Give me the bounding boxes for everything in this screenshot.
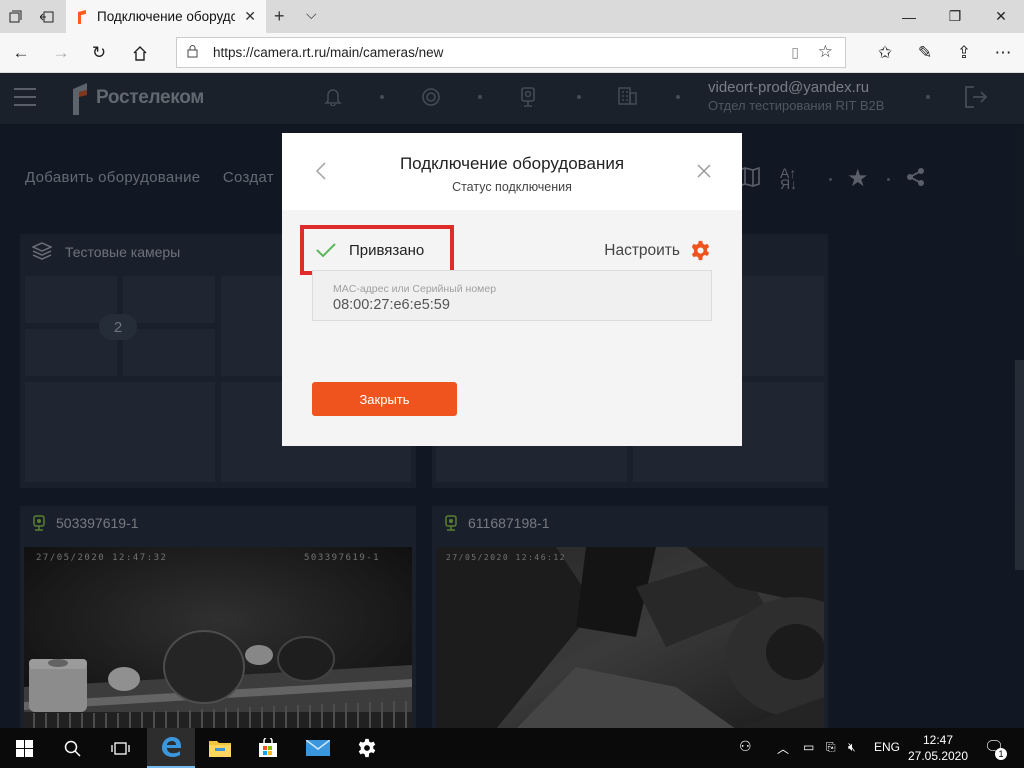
chevron-up-icon[interactable]: ︿ xyxy=(777,740,789,757)
forward-icon[interactable]: → xyxy=(48,40,74,66)
back-chevron-icon[interactable] xyxy=(315,161,327,187)
checkmark-icon xyxy=(316,243,336,258)
mail-icon[interactable] xyxy=(294,728,342,768)
browser-tab-bar: Подключение оборудс ✕ + ⌵ — ❐ ✕ xyxy=(0,0,1024,33)
new-tab-icon[interactable]: + xyxy=(274,6,285,27)
window-close-icon[interactable]: ✕ xyxy=(978,0,1024,33)
set-tabs-aside-icon[interactable] xyxy=(32,0,62,33)
language-indicator[interactable]: ENG xyxy=(874,740,900,754)
people-icon[interactable]: ⚇ xyxy=(739,738,752,755)
modal-body: Привязано Настроить MAC-адрес или Серийн… xyxy=(282,210,742,446)
modal-header: Подключение оборудования Статус подключе… xyxy=(282,133,742,210)
mac-address-field[interactable]: MAC-адрес или Серийный номер 08:00:27:e6… xyxy=(312,270,712,321)
tablet-icon[interactable]: ▭ xyxy=(803,740,814,754)
minimize-icon[interactable]: — xyxy=(886,0,932,33)
windows-start-icon[interactable] xyxy=(0,728,48,768)
gear-icon xyxy=(691,240,710,261)
mac-field-label: MAC-адрес или Серийный номер xyxy=(333,283,497,295)
clock-time: 12:47 xyxy=(922,733,954,747)
volume-muted-icon[interactable]: 🔇︎ xyxy=(848,740,856,755)
status-text: Привязано xyxy=(349,241,425,259)
modal-title: Подключение оборудования xyxy=(399,154,625,173)
notification-count-badge: 1 xyxy=(995,748,1007,760)
file-explorer-icon[interactable] xyxy=(196,728,244,768)
close-icon[interactable] xyxy=(696,159,712,185)
lock-icon xyxy=(187,44,203,61)
favorites-list-icon[interactable]: ✩ xyxy=(872,40,898,66)
settings-gear-icon[interactable] xyxy=(343,728,391,768)
clock-date: 27.05.2020 xyxy=(907,749,969,763)
modal-subtitle: Статус подключения xyxy=(452,180,572,194)
mac-field-value: 08:00:27:e6:e5:59 xyxy=(333,297,450,313)
tab-close-icon[interactable]: ✕ xyxy=(244,8,256,25)
restore-icon[interactable]: ❐ xyxy=(932,0,978,33)
pen-icon[interactable]: ✎ xyxy=(912,40,938,66)
close-button[interactable]: Закрыть xyxy=(312,382,457,416)
configure-button[interactable]: Настроить xyxy=(604,240,711,261)
tab-title: Подключение оборудс xyxy=(97,9,235,24)
refresh-icon[interactable]: ↻ xyxy=(86,40,112,66)
store-icon[interactable] xyxy=(244,728,292,768)
configure-label: Настроить xyxy=(604,241,680,259)
search-icon[interactable] xyxy=(48,728,96,768)
back-icon[interactable]: ← xyxy=(8,40,34,66)
windows-taskbar: ⚇ ︿ ▭ ⎘ 🔇︎ ENG 12:47 27.05.2020 🗨︎ 1 xyxy=(0,728,1024,768)
task-view-icon[interactable] xyxy=(96,728,144,768)
chevron-down-icon[interactable]: ⌵ xyxy=(306,6,317,23)
connect-equipment-modal: Подключение оборудования Статус подключе… xyxy=(282,133,742,446)
network-icon[interactable]: ⎘ xyxy=(826,740,836,755)
home-icon[interactable] xyxy=(127,40,153,66)
edge-taskbar-icon[interactable] xyxy=(147,728,195,768)
favorite-star-icon[interactable]: ☆ xyxy=(818,42,833,62)
url-text: https://camera.rt.ru/main/cameras/new xyxy=(213,45,444,60)
browser-nav-bar: ← → ↻ https://camera.rt.ru/main/cameras/… xyxy=(0,33,1024,73)
reading-view-icon[interactable]: ▯ xyxy=(791,44,799,61)
system-clock[interactable]: 12:47 27.05.2020 xyxy=(906,732,970,764)
rostelecom-favicon-icon xyxy=(78,9,86,24)
connection-status: Привязано xyxy=(300,225,454,275)
address-bar[interactable]: https://camera.rt.ru/main/cameras/new ▯ … xyxy=(176,37,846,68)
tab-actions-icon[interactable] xyxy=(0,0,30,33)
browser-tab[interactable]: Подключение оборудс ✕ xyxy=(66,0,266,33)
more-icon[interactable]: ⋯ xyxy=(990,40,1016,66)
share-icon[interactable]: ⇪ xyxy=(951,40,977,66)
